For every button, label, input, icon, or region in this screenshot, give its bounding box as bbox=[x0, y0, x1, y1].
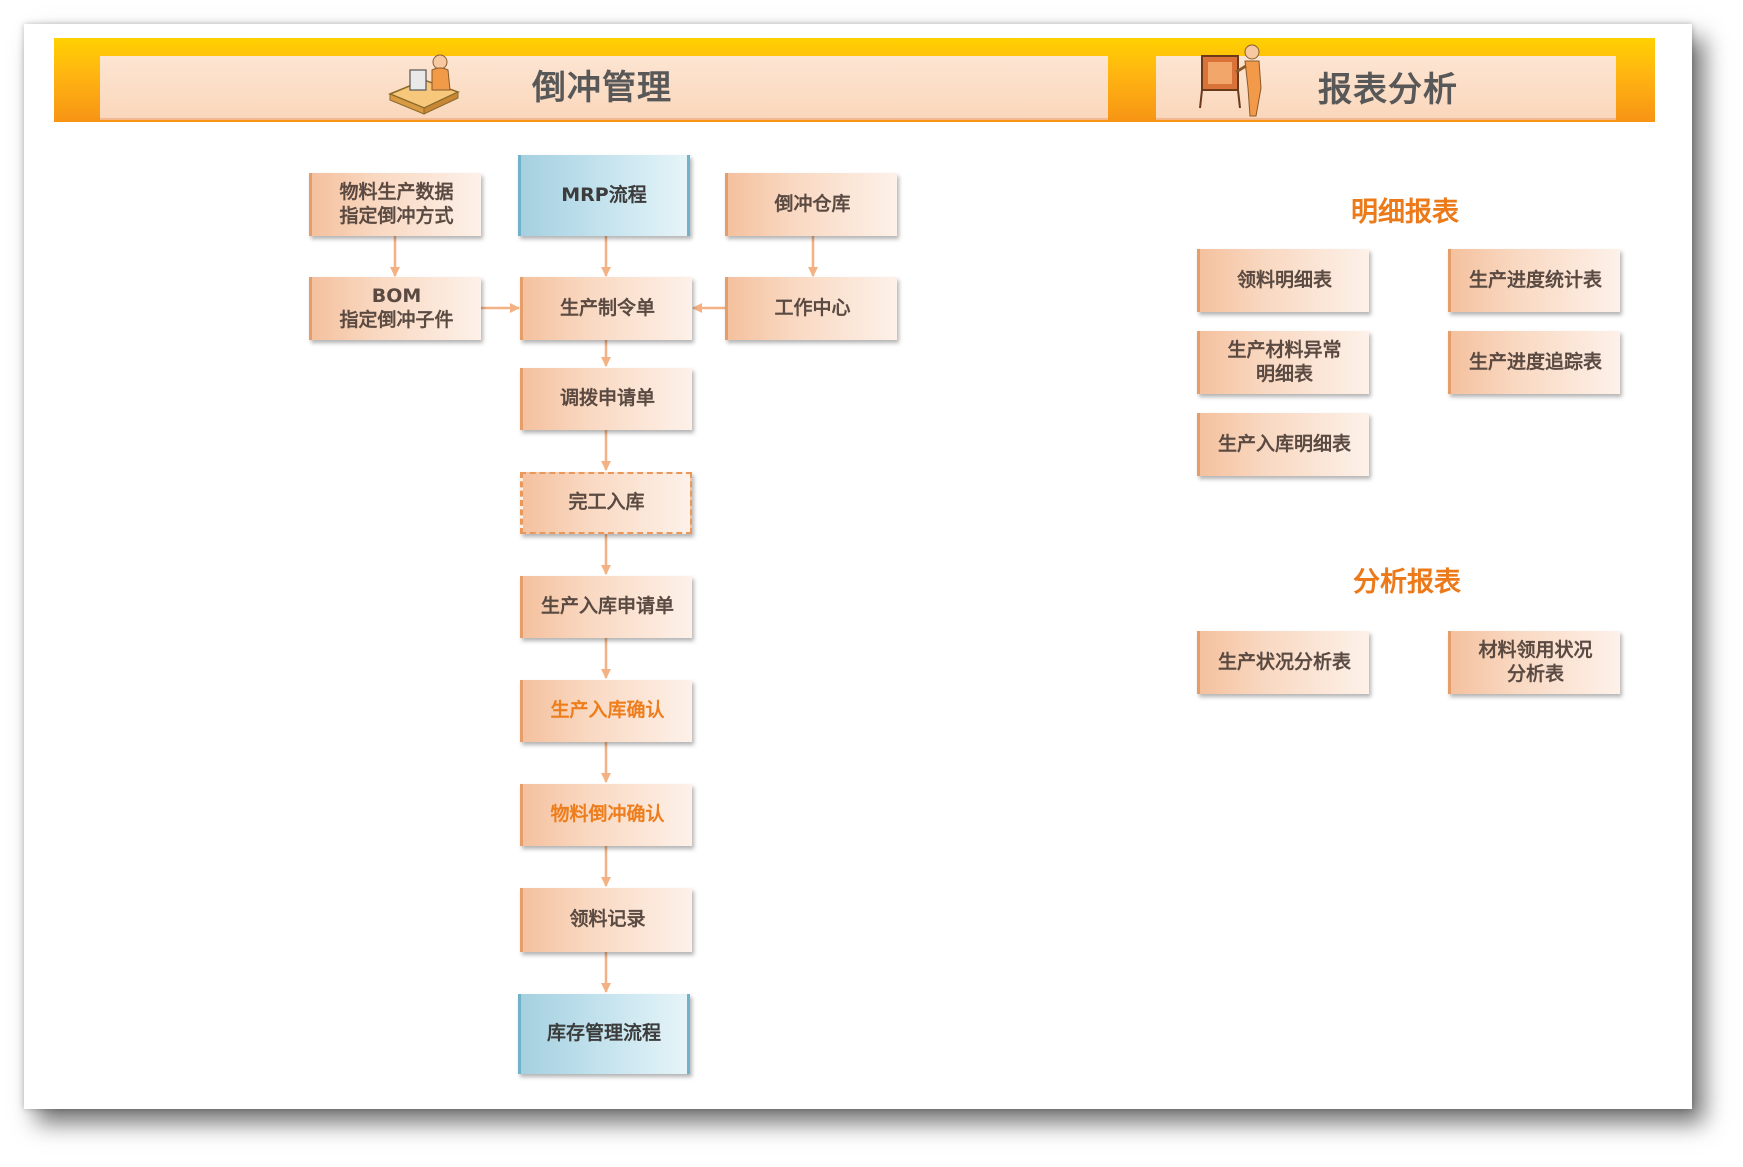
report-material-issue-detail[interactable]: 领料明细表 bbox=[1197, 249, 1369, 312]
production-stock-in-request-box[interactable]: 生产入库申请单 bbox=[520, 576, 692, 638]
transfer-request-box[interactable]: 调拨申请单 bbox=[520, 368, 692, 430]
report-material-usage-analysis-label: 材料领用状况 分析表 bbox=[1478, 638, 1593, 685]
transfer-request-label: 调拨申请单 bbox=[559, 387, 655, 410]
work-center-box[interactable]: 工作中心 bbox=[725, 277, 897, 340]
work-center-label: 工作中心 bbox=[774, 296, 851, 319]
material-production-data-box[interactable]: 物料生产数据 指定倒冲方式 bbox=[309, 173, 481, 236]
material-backflush-confirm-box[interactable]: 物料倒冲确认 bbox=[520, 784, 692, 846]
report-production-status-analysis-label: 生产状况分析表 bbox=[1217, 650, 1351, 673]
bom-label: BOM 指定倒冲子件 bbox=[339, 284, 454, 331]
mrp-flow-label: MRP流程 bbox=[561, 183, 647, 206]
material-backflush-confirm-label: 物料倒冲确认 bbox=[550, 803, 665, 826]
report-production-progress-stats-label: 生产进度统计表 bbox=[1468, 268, 1602, 291]
inventory-management-flow-box[interactable]: 库存管理流程 bbox=[518, 994, 690, 1074]
report-production-status-analysis[interactable]: 生产状况分析表 bbox=[1197, 631, 1369, 694]
report-material-issue-detail-label: 领料明细表 bbox=[1236, 268, 1332, 291]
material-production-data-label: 物料生产数据 指定倒冲方式 bbox=[339, 180, 454, 227]
report-production-stock-in-detail[interactable]: 生产入库明细表 bbox=[1197, 413, 1369, 476]
material-issue-record-label: 领料记录 bbox=[569, 908, 646, 931]
mrp-flow-box[interactable]: MRP流程 bbox=[518, 155, 690, 236]
detail-reports-title: 明细报表 bbox=[1351, 197, 1459, 228]
report-production-progress-stats[interactable]: 生产进度统计表 bbox=[1448, 249, 1620, 312]
backflush-warehouse-box[interactable]: 倒冲仓库 bbox=[725, 173, 897, 236]
backflush-warehouse-label: 倒冲仓库 bbox=[774, 192, 851, 215]
completion-stock-in-box[interactable]: 完工入库 bbox=[520, 472, 692, 534]
report-material-exception-detail-label: 生产材料异常 明细表 bbox=[1227, 338, 1342, 385]
production-order-box[interactable]: 生产制令单 bbox=[520, 277, 692, 340]
report-material-usage-analysis[interactable]: 材料领用状况 分析表 bbox=[1448, 631, 1620, 694]
report-production-stock-in-detail-label: 生产入库明细表 bbox=[1217, 432, 1351, 455]
production-stock-in-request-label: 生产入库申请单 bbox=[540, 595, 674, 618]
production-order-label: 生产制令单 bbox=[559, 296, 655, 319]
report-production-progress-tracking[interactable]: 生产进度追踪表 bbox=[1448, 331, 1620, 394]
analysis-reports-title: 分析报表 bbox=[1353, 567, 1461, 598]
completion-stock-in-label: 完工入库 bbox=[568, 491, 645, 514]
inventory-management-flow-label: 库存管理流程 bbox=[546, 1022, 661, 1045]
material-issue-record-box[interactable]: 领料记录 bbox=[520, 888, 692, 952]
report-material-exception-detail[interactable]: 生产材料异常 明细表 bbox=[1197, 331, 1369, 394]
production-stock-in-confirm-label: 生产入库确认 bbox=[550, 699, 665, 722]
bom-box[interactable]: BOM 指定倒冲子件 bbox=[309, 277, 481, 340]
production-stock-in-confirm-box[interactable]: 生产入库确认 bbox=[520, 680, 692, 742]
report-production-progress-tracking-label: 生产进度追踪表 bbox=[1468, 350, 1602, 373]
